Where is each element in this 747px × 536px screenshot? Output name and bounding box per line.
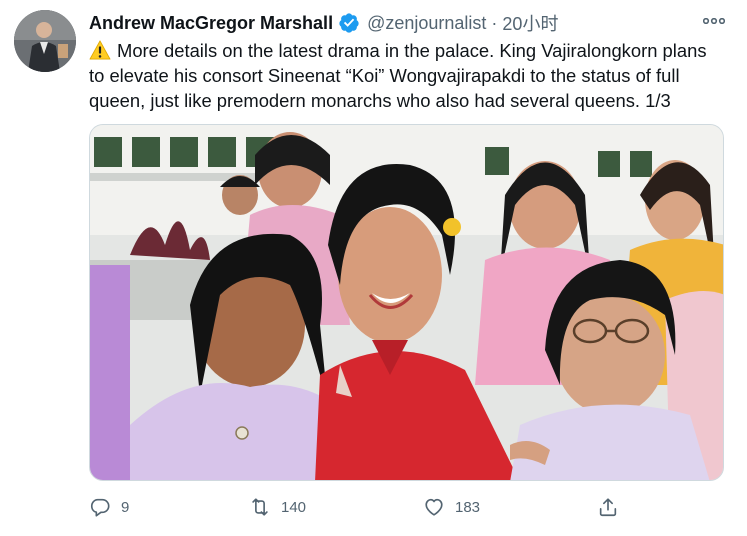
tweet-photo[interactable] <box>89 124 724 481</box>
tweet-timestamp[interactable]: 20小时 <box>502 10 558 36</box>
share-button[interactable] <box>597 492 619 522</box>
tweet-text-line-2: to elevate his consort Sineenat “Koi” Wo… <box>89 65 680 86</box>
retweet-button[interactable]: 140 <box>249 492 306 522</box>
like-count: 183 <box>455 498 481 516</box>
heart-icon <box>425 498 443 516</box>
tweet-card[interactable]: Andrew MacGregor Marshall @zenjournalist… <box>0 0 747 536</box>
tweet-text-line: More details on the latest drama in the … <box>89 38 734 63</box>
separator-dot: · <box>491 12 498 33</box>
more-horizontal-icon[interactable] <box>701 10 727 32</box>
reply-count: 9 <box>121 498 130 516</box>
author-handle[interactable]: @zenjournalist <box>367 13 486 34</box>
reply-icon <box>90 498 110 517</box>
retweet-count: 140 <box>281 498 307 516</box>
tweet-header: Andrew MacGregor Marshall @zenjournalist… <box>89 11 558 35</box>
author-avatar[interactable] <box>14 10 76 72</box>
retweet-icon <box>252 498 268 516</box>
tweet-text-line-1: More details on the latest drama in the … <box>117 40 707 61</box>
like-button[interactable]: 183 <box>423 492 480 522</box>
warning-emoji-icon <box>89 40 111 60</box>
author-display-name[interactable]: Andrew MacGregor Marshall <box>89 13 333 34</box>
tweet-actions: 9 140 183 <box>89 492 734 522</box>
reply-button[interactable]: 9 <box>89 492 129 522</box>
tweet-text-line-3: queen, just like premodern monarchs who … <box>89 90 671 111</box>
tweet-text: More details on the latest drama in the … <box>89 38 734 113</box>
verified-badge-icon <box>339 13 359 33</box>
share-icon <box>599 498 617 517</box>
